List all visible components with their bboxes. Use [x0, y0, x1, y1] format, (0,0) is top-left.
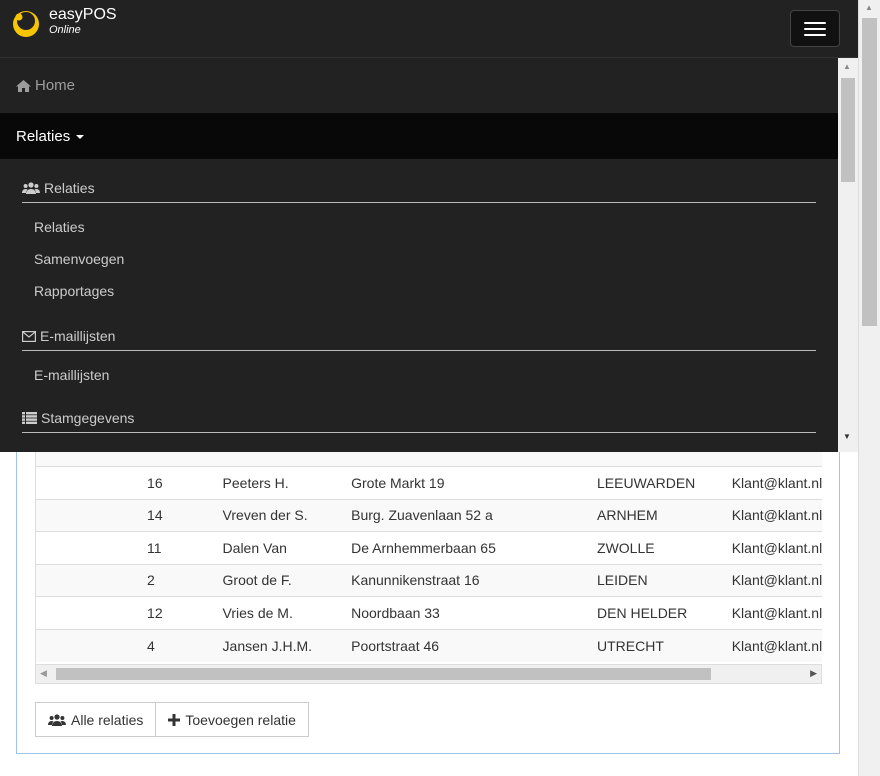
home-icon [16, 79, 31, 92]
relations-table: 16 Peeters H. Grote Markt 19 LEEUWARDEN … [35, 432, 822, 664]
table-row[interactable]: 2 Groot de F. Kanunnikenstraat 16 LEIDEN… [36, 563, 822, 597]
table-row[interactable]: 4 Jansen J.H.M. Poortstraat 46 UTRECHT K… [36, 628, 822, 662]
table-cell: ARNHEM [589, 498, 724, 532]
table-cell: ZWOLLE [589, 531, 724, 564]
menu-item-relaties[interactable]: Relaties [34, 219, 85, 235]
table-cell: 12 [139, 596, 215, 629]
table-actions: Alle relaties Toevoegen relatie [35, 702, 309, 737]
table-cell: Grote Markt 19 [343, 466, 590, 499]
table-cell: LEIDEN [589, 563, 724, 597]
table-cell [36, 628, 140, 662]
table-cell: Groot de F. [214, 563, 344, 597]
table-row[interactable]: 11 Dalen Van De Arnhemmerbaan 65 ZWOLLE … [36, 531, 822, 564]
menu-item-samenvoegen[interactable]: Samenvoegen [34, 251, 124, 267]
envelope-icon [22, 330, 36, 342]
users-icon [22, 182, 40, 194]
table-cell [36, 596, 140, 629]
scroll-down-icon[interactable]: ▼ [843, 432, 851, 441]
table-row[interactable]: 16 Peeters H. Grote Markt 19 LEEUWARDEN … [36, 466, 822, 499]
table-cell: Klant@klant.nl [723, 628, 822, 662]
table-cell: Kanunnikenstraat 16 [343, 563, 590, 597]
menu-header-label: Stamgegevens [41, 410, 135, 426]
table-cell [36, 531, 140, 564]
table-cell: Burg. Zuavenlaan 52 a [343, 498, 590, 532]
table-cell: 4 [139, 628, 215, 662]
table-cell [36, 498, 140, 532]
all-relations-button[interactable]: Alle relaties [35, 702, 157, 737]
users-icon [48, 713, 66, 726]
list-icon [22, 412, 37, 424]
table-cell: Klant@klant.nl [723, 466, 822, 499]
hamburger-menu-button[interactable] [790, 10, 840, 47]
table-cell: Vreven der S. [214, 498, 344, 532]
table-cell: 2 [139, 563, 215, 597]
nav-dropdown-menu: Home Relaties Relaties Relaties Samenvoe… [0, 58, 838, 452]
table-cell: LEEUWARDEN [589, 466, 724, 499]
table-row[interactable]: 12 Vries de M. Noordbaan 33 DEN HELDER K… [36, 596, 822, 629]
table-horizontal-scrollbar[interactable]: ◀ ▶ [35, 664, 822, 684]
table-cell: Noordbaan 33 [343, 596, 590, 629]
scroll-left-icon[interactable]: ◀ [40, 668, 47, 679]
hamburger-icon [804, 21, 826, 24]
table-cell: DEN HELDER [589, 596, 724, 629]
table-cell: Klant@klant.nl [723, 563, 822, 597]
top-navbar: easyPOS Online [0, 0, 858, 58]
menu-item-emaillijsten[interactable]: E-maillijsten [34, 367, 109, 383]
brand[interactable]: easyPOS Online [11, 6, 117, 39]
add-relation-button[interactable]: Toevoegen relatie [156, 702, 309, 737]
scroll-up-icon[interactable]: ▲ [865, 3, 873, 12]
menu-header-label: E-maillijsten [40, 328, 116, 344]
scrollbar-thumb[interactable] [862, 18, 877, 326]
menu-item-rapportages[interactable]: Rapportages [34, 283, 114, 299]
table-cell: Poortstraat 46 [343, 628, 590, 662]
menu-vertical-scrollbar[interactable]: ▲ ▼ [838, 58, 858, 452]
page-vertical-scrollbar[interactable]: ▲ [858, 0, 880, 776]
menu-header-relaties: Relaties [22, 180, 816, 203]
table-cell: Vries de M. [214, 596, 344, 629]
easypos-logo-icon [11, 9, 41, 39]
table-cell: Dalen Van [214, 531, 344, 564]
menu-header-label: Relaties [44, 180, 95, 196]
nav-item-relaties[interactable]: Relaties [0, 113, 838, 159]
scroll-right-icon[interactable]: ▶ [810, 668, 817, 679]
add-relation-label: Toevoegen relatie [185, 711, 296, 728]
brand-name: easyPOS [49, 6, 117, 23]
brand-sub: Online [49, 24, 81, 36]
menu-header-stamgegevens: Stamgegevens [22, 410, 816, 433]
table-cell: 14 [139, 498, 215, 532]
scrollbar-thumb[interactable] [841, 78, 855, 182]
table-cell: 16 [139, 466, 215, 499]
table-cell: 11 [139, 531, 215, 564]
table-cell [36, 563, 140, 597]
scrollbar-thumb[interactable] [56, 668, 711, 680]
table-cell: UTRECHT [589, 628, 724, 662]
scroll-up-icon[interactable]: ▲ [843, 62, 851, 71]
table-cell: Klant@klant.nl [723, 531, 822, 564]
table-cell: Peeters H. [214, 466, 344, 499]
table-cell: Klant@klant.nl [723, 596, 822, 629]
table-cell: Klant@klant.nl [723, 498, 822, 532]
caret-down-icon [76, 135, 85, 139]
table-cell [36, 466, 140, 499]
plus-icon [168, 713, 181, 726]
all-relations-label: Alle relaties [71, 711, 144, 728]
table-cell: Jansen J.H.M. [214, 628, 344, 662]
table-cell: De Arnhemmerbaan 65 [343, 531, 590, 564]
table-row[interactable]: 14 Vreven der S. Burg. Zuavenlaan 52 a A… [36, 498, 822, 532]
nav-relaties-label: Relaties [16, 127, 71, 145]
nav-item-home[interactable]: Home [0, 58, 838, 113]
nav-home-label: Home [35, 77, 76, 94]
menu-header-emaillijsten: E-maillijsten [22, 328, 816, 351]
